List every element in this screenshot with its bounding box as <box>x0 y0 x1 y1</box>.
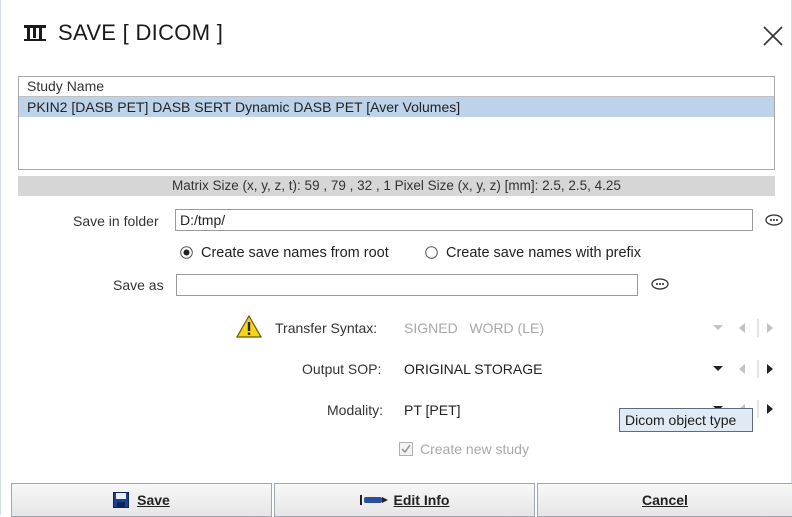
save-in-folder-label: Save in folder <box>73 213 159 229</box>
tooltip: Dicom object type <box>619 408 753 432</box>
save-folder-input[interactable]: D:/tmp/ <box>175 209 753 231</box>
title-bar: SAVE [ DICOM ] <box>1 0 791 64</box>
chevron-right-icon <box>767 364 773 374</box>
modality-label: Modality: <box>327 402 384 418</box>
cancel-button[interactable]: Cancel <box>537 483 792 517</box>
edit-pencil-icon <box>359 495 388 505</box>
modality-value[interactable]: PT [PET] <box>404 402 461 418</box>
output-sop-value[interactable]: ORIGINAL STORAGE <box>404 361 542 377</box>
save-button[interactable]: Save <box>11 483 272 517</box>
output-sop-label: Output SOP: <box>302 361 382 377</box>
chevron-right-icon <box>767 323 773 333</box>
study-table: Study Name PKIN2 [DASB PET] DASB SERT Dy… <box>18 76 775 170</box>
button-bar: Save Edit Info Cancel <box>11 483 792 517</box>
table-row[interactable]: PKIN2 [DASB PET] DASB SERT Dynamic DASB … <box>19 97 774 117</box>
create-new-study-label: Create new study <box>420 441 529 457</box>
save-as-label: Save as <box>113 277 164 293</box>
save-button-label: Save <box>137 492 170 508</box>
chevron-right-icon <box>767 404 773 414</box>
matrix-info-bar: Matrix Size (x, y, z, t): 59 , 79 , 32 ,… <box>18 176 775 196</box>
pmod-icon <box>24 25 46 41</box>
browse-folder-icon[interactable] <box>765 214 783 226</box>
radio-with-prefix[interactable] <box>425 246 438 259</box>
close-icon[interactable] <box>755 18 791 54</box>
transfer-syntax-value: SIGNED WORD (LE) <box>404 320 545 336</box>
floppy-disk-icon <box>113 492 130 508</box>
window-title: SAVE [ DICOM ] <box>58 20 224 45</box>
transfer-syntax-label: Transfer Syntax: <box>275 320 378 336</box>
radio-with-prefix-label[interactable]: Create save names with prefix <box>446 245 641 261</box>
transfer-syntax-controls <box>713 319 773 337</box>
chevron-down-icon <box>713 325 723 330</box>
output-sop-controls[interactable] <box>709 359 779 379</box>
chevron-down-icon <box>713 366 723 371</box>
create-new-study-checkbox[interactable] <box>399 442 413 456</box>
edit-info-button-label: Edit Info <box>393 492 450 508</box>
save-as-options-icon[interactable] <box>651 278 669 290</box>
cancel-button-label: Cancel <box>642 492 688 508</box>
chevron-left-icon <box>739 323 745 333</box>
edit-info-button[interactable]: Edit Info <box>274 483 535 517</box>
save-dicom-dialog: SAVE [ DICOM ] Study Name PKIN2 [DASB PE… <box>0 0 792 517</box>
study-name-column-header[interactable]: Study Name <box>19 77 774 97</box>
radio-from-root[interactable] <box>180 246 193 259</box>
chevron-left-icon <box>739 364 745 374</box>
warning-icon <box>236 315 262 338</box>
radio-from-root-label[interactable]: Create save names from root <box>201 245 389 261</box>
save-as-input[interactable] <box>176 274 638 296</box>
